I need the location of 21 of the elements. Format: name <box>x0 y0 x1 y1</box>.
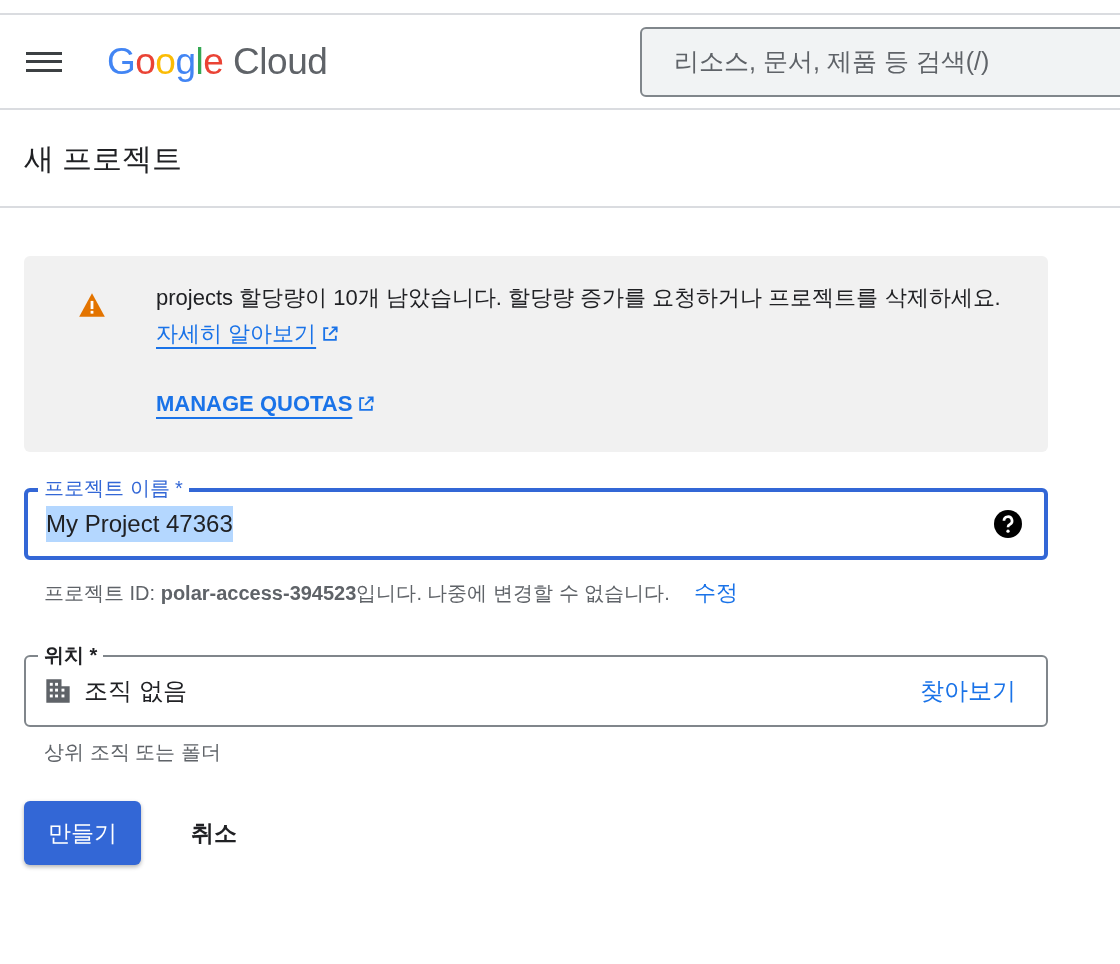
external-link-icon <box>320 324 341 344</box>
external-link-icon <box>356 394 377 414</box>
search-field[interactable]: 리소스, 문서, 제품 등 검색(/) <box>640 26 1120 97</box>
cancel-button[interactable]: 취소 <box>189 801 239 865</box>
location-hint: 상위 조직 또는 폴더 <box>43 740 222 765</box>
location-value: 조직 없음 <box>84 676 187 706</box>
create-button[interactable]: 만들기 <box>24 801 141 865</box>
warning-icon <box>78 292 106 318</box>
page-title: 새 프로젝트 <box>24 140 183 177</box>
project-id-hint: 프로젝트 ID: polar-access-394523입니다. 나중에 변경할 수 없습니다. <box>44 580 670 606</box>
field-label: 위치 * <box>38 643 104 667</box>
menu-icon[interactable] <box>26 49 62 74</box>
help-icon[interactable] <box>994 510 1022 538</box>
learn-more-link[interactable]: 자세히 알아보기 <box>156 321 341 346</box>
building-icon <box>44 677 72 705</box>
manage-quotas-link[interactable]: MANAGE QUOTAS <box>156 386 377 422</box>
alert-message: projects 할당량이 10개 남았습니다. 할당량 증가를 요청하거나 프로젝트를 삭제하세요. 자세히 알아보기 <box>156 284 1002 348</box>
logo-wordmark[interactable]: Google Cloud <box>107 33 328 90</box>
project-name-value: My Project 47363 <box>46 506 233 542</box>
edit-link[interactable]: 수정 <box>693 576 738 609</box>
browse-button[interactable]: 찾아보기 <box>920 673 1016 709</box>
